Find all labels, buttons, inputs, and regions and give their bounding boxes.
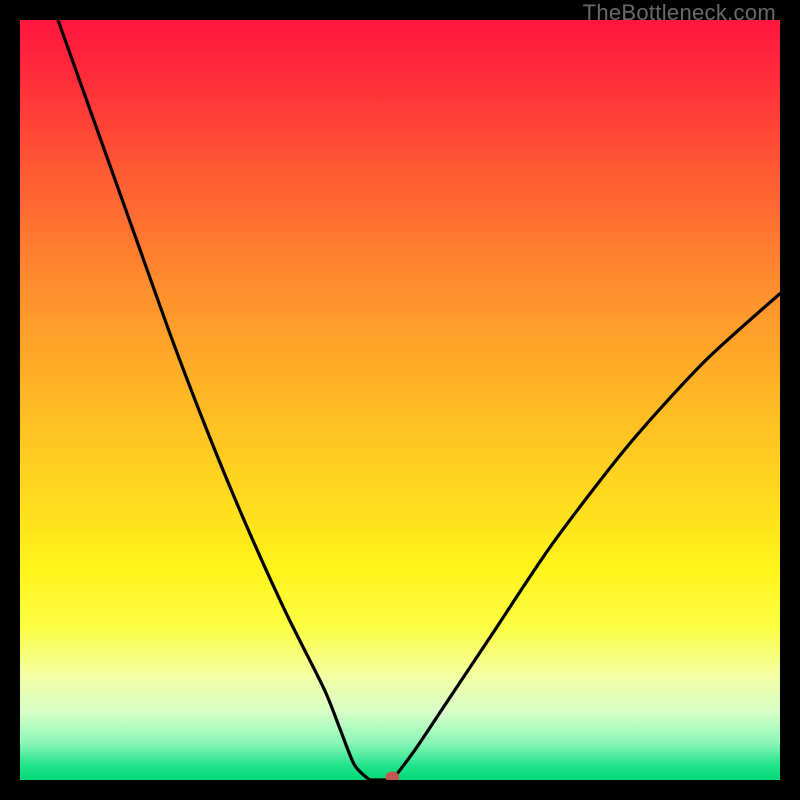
plot-area (20, 20, 780, 780)
chart-frame: TheBottleneck.com (0, 0, 800, 800)
curve-layer (20, 20, 780, 780)
bottleneck-curve (58, 20, 780, 780)
